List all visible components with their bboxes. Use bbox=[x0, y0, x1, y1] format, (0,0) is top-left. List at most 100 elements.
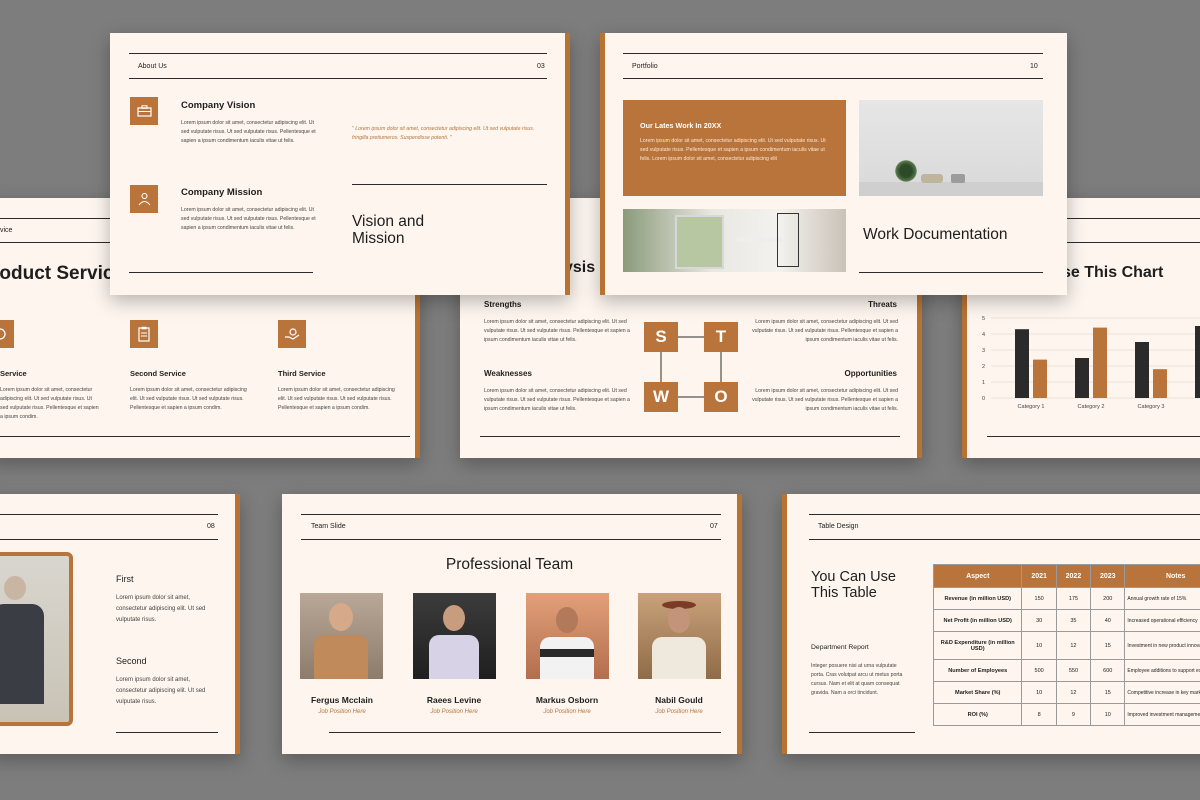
slide-team[interactable]: Team Slide 07 Professional Team Fergus M… bbox=[282, 494, 742, 754]
clipboard-icon bbox=[130, 320, 158, 348]
briefcase-icon bbox=[130, 97, 158, 125]
bottom-rule bbox=[987, 436, 1200, 437]
team-photo-3 bbox=[526, 593, 609, 679]
bottom-rule bbox=[0, 436, 410, 437]
slide-about-us[interactable]: About Us 03 Company Vision Lorem ipsum d… bbox=[110, 33, 570, 295]
bottom-rule bbox=[859, 272, 1043, 273]
bottom-rule bbox=[329, 732, 721, 733]
slide-portfolio[interactable]: Portfolio 10 Our Lates Work In 20XX Lore… bbox=[600, 33, 1067, 295]
cell-notes: Annual growth rate of 15% bbox=[1124, 587, 1200, 610]
service-icon bbox=[0, 320, 14, 348]
swot-w-cell: W bbox=[644, 382, 678, 412]
cell-2022: 550 bbox=[1055, 659, 1092, 682]
cell-2023: 200 bbox=[1090, 587, 1126, 610]
top-rule bbox=[301, 514, 721, 515]
cell-aspect: Market Share (%) bbox=[932, 681, 1023, 704]
slide-table[interactable]: Table Design You Can Use This Table Depa… bbox=[782, 494, 1200, 754]
slide-header: vice bbox=[0, 227, 13, 234]
top-rule bbox=[623, 53, 1043, 54]
vision-title: Company Vision bbox=[181, 100, 256, 111]
work-card-title: Our Lates Work In 20XX bbox=[640, 121, 722, 130]
x-tick-label: Category 3 bbox=[1138, 404, 1165, 410]
y-tick-label: 3 bbox=[982, 348, 985, 354]
bar-1-4 bbox=[1195, 326, 1200, 398]
slide-header: Portfolio bbox=[632, 63, 658, 70]
team-photo-4 bbox=[638, 593, 721, 679]
table-row: Net Profit (in million USD) 30 35 40 Increas… bbox=[932, 609, 1200, 632]
cell-2023: 10 bbox=[1090, 703, 1126, 726]
top-rule-2 bbox=[301, 539, 721, 540]
bar-chart: 012345Category 1Category 2Category 3Cate bbox=[982, 316, 1200, 410]
cell-2023: 15 bbox=[1090, 681, 1126, 704]
swot-t-cell: T bbox=[704, 322, 738, 352]
mission-text: Lorem ipsum dolor sit amet, consectetur … bbox=[181, 207, 316, 231]
cell-2021: 8 bbox=[1021, 703, 1057, 726]
slide-title: Work Documentation bbox=[863, 226, 1008, 243]
cell-notes: Increased operational efficiency bbox=[1124, 609, 1200, 632]
page-number: 08 bbox=[207, 523, 215, 530]
y-tick-label: 5 bbox=[982, 316, 985, 322]
mission-title: Company Mission bbox=[181, 187, 263, 198]
cell-notes: Competitive increase in key mark bbox=[1124, 681, 1200, 704]
first-text: Lorem ipsum dolor sit amet, consectetur … bbox=[116, 595, 206, 623]
y-tick-label: 4 bbox=[982, 332, 985, 338]
bottom-rule bbox=[116, 732, 218, 733]
second-text: Lorem ipsum dolor sit amet, consectetur … bbox=[116, 677, 206, 705]
cell-aspect: R&D Expenditure (in million USD) bbox=[932, 631, 1023, 660]
member-role-3: Job Position Here bbox=[543, 709, 591, 715]
cell-2022: 9 bbox=[1055, 703, 1092, 726]
table-row: Market Share (%) 10 12 15 Competitive increa… bbox=[932, 681, 1200, 704]
cell-2022: 175 bbox=[1055, 587, 1092, 610]
page-number: 03 bbox=[537, 63, 545, 70]
slide-header: Table Design bbox=[818, 523, 859, 530]
swot-strengths-title: Strengths bbox=[484, 300, 522, 309]
table-row: Number of Employees 500 550 600 Employee add… bbox=[932, 659, 1200, 682]
slide-profile[interactable]: 08 First Lorem ipsum dolor sit amet, con… bbox=[0, 494, 240, 754]
member-name-4: Nabil Gould bbox=[655, 695, 703, 705]
col-header-2023: 2023 bbox=[1090, 564, 1126, 588]
quote-text: " Lorem ipsum dolor sit amet, consectetu… bbox=[352, 126, 535, 141]
slide-header: Team Slide bbox=[311, 523, 346, 530]
cell-2023: 15 bbox=[1090, 631, 1126, 660]
slide-title: Professional Team bbox=[445, 556, 574, 573]
sub-title: Department Report bbox=[811, 644, 869, 651]
bar-1-2 bbox=[1075, 358, 1089, 398]
team-photo-1 bbox=[300, 593, 383, 679]
member-name-1: Fergus Mcclain bbox=[311, 695, 373, 705]
cell-aspect: Revenue (in million USD) bbox=[932, 587, 1023, 610]
bar-2-1 bbox=[1033, 359, 1047, 398]
col-header-notes: Notes bbox=[1124, 564, 1200, 588]
top-rule-2 bbox=[0, 539, 218, 540]
mid-rule bbox=[352, 184, 547, 185]
swot-opportunities-title: Opportunities bbox=[844, 369, 897, 378]
cell-notes: Improved investment manageme bbox=[1124, 703, 1200, 726]
slide-title: roduct Servic bbox=[0, 263, 114, 284]
x-tick-label: Category 2 bbox=[1078, 404, 1105, 410]
service-text-1: Lorem ipsum dolor sit amet, consectetur … bbox=[0, 387, 99, 420]
swot-strengths-text: Lorem ipsum dolor sit amet, consectetur … bbox=[484, 319, 630, 343]
work-card-text: Lorem ipsum dolor sit amet, consectetur … bbox=[640, 138, 826, 162]
dining-room-photo bbox=[623, 209, 846, 272]
cell-2021: 30 bbox=[1021, 609, 1057, 632]
cell-2023: 600 bbox=[1090, 659, 1126, 682]
swot-weaknesses-text: Lorem ipsum dolor sit amet, consectetur … bbox=[484, 388, 630, 412]
cell-aspect: Number of Employees bbox=[932, 659, 1023, 682]
slide-title: se This Chart bbox=[1062, 264, 1164, 281]
top-rule-2 bbox=[623, 78, 1043, 79]
bottom-rule bbox=[809, 732, 915, 733]
tablet-photo bbox=[0, 552, 73, 726]
cell-notes: Investment in new product innova bbox=[1124, 631, 1200, 660]
cell-2021: 150 bbox=[1021, 587, 1057, 610]
bar-1-3 bbox=[1135, 342, 1149, 398]
slide-title: Vision and Mission bbox=[352, 213, 425, 248]
top-rule bbox=[809, 514, 1200, 515]
cell-aspect: Net Profit (in million USD) bbox=[932, 609, 1023, 632]
cell-2021: 500 bbox=[1021, 659, 1057, 682]
table-row: Revenue (in million USD) 150 175 200 Annual … bbox=[932, 587, 1200, 610]
member-role-1: Job Position Here bbox=[318, 709, 366, 715]
cell-2022: 12 bbox=[1055, 681, 1092, 704]
service-title-3: Third Service bbox=[278, 369, 326, 378]
work-card: Our Lates Work In 20XX Lorem ipsum dolor… bbox=[623, 100, 846, 196]
col-header-2021: 2021 bbox=[1021, 564, 1057, 588]
swot-threats-text: Lorem ipsum dolor sit amet, consectetur … bbox=[752, 319, 898, 343]
